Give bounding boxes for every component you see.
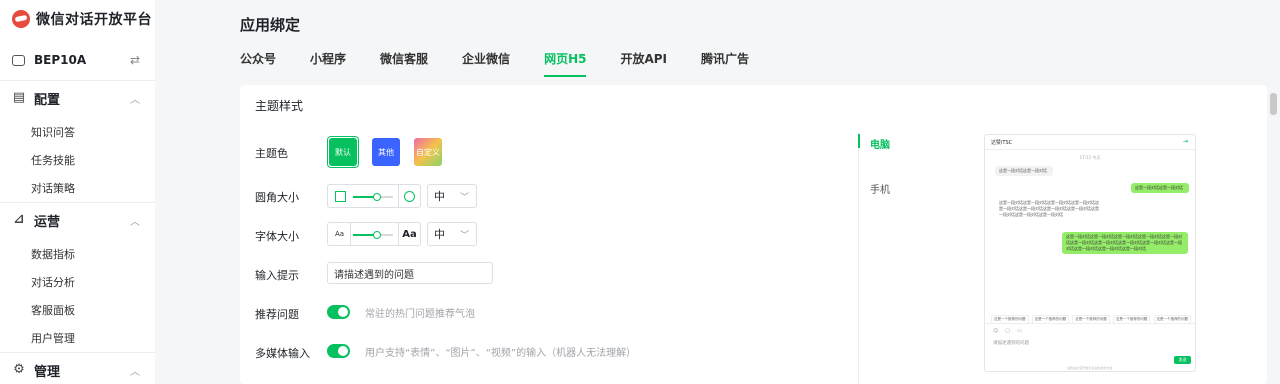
chevron-up-icon: ︿	[130, 366, 140, 378]
sidebar-divider	[0, 80, 155, 81]
scrollbar[interactable]	[1270, 93, 1277, 115]
radius-label: 圆角大小	[255, 191, 299, 204]
font-small-icon: Aa	[329, 223, 351, 245]
sidebar-group-config[interactable]: ▤ 配置 ︿	[12, 88, 144, 108]
slider-knob[interactable]	[373, 231, 381, 239]
config-icon: ▤	[12, 90, 26, 105]
bubble-left: 这是一段对话这是一段对话	[995, 166, 1053, 176]
chevron-up-icon: ︿	[130, 94, 140, 106]
device-tab-mobile[interactable]: 手机	[870, 181, 890, 196]
sidebar-group-operations[interactable]: ⊿ 运营 ︿	[12, 210, 144, 230]
emoji-icon[interactable]: ☺	[993, 328, 998, 334]
sidebar-group-label: 运营	[34, 214, 61, 230]
brand-title: 微信对话开放平台	[36, 12, 152, 28]
chevron-down-icon: ﹀	[459, 193, 469, 203]
sidebar-divider	[0, 202, 155, 203]
chevron-up-icon: ︿	[130, 216, 140, 228]
bubble-right: 这是一段对话这是一段对话	[1131, 183, 1189, 193]
font-size-label: 字体大小	[255, 230, 299, 243]
device-tab-indicator	[858, 134, 860, 148]
video-icon[interactable]: ▭	[1017, 328, 1022, 334]
sidebar-item-knowledge-qa[interactable]: 知识问答	[31, 124, 75, 140]
slider-knob[interactable]	[373, 193, 381, 201]
preview-time: 17:22 今天	[1079, 155, 1101, 160]
recommend-toggle[interactable]	[327, 305, 350, 319]
radius-slider[interactable]	[327, 184, 421, 208]
round-corner-icon	[398, 185, 420, 207]
media-input-label: 多媒体输入	[255, 347, 310, 360]
section-title: 主题样式	[255, 99, 304, 113]
brand-logo-icon	[12, 10, 30, 28]
recommend-hint: 常驻的热门问题推荐气泡	[365, 309, 475, 320]
image-icon[interactable]: ▢	[1005, 328, 1010, 334]
close-icon: ⇥	[1182, 138, 1188, 145]
sidebar-divider	[0, 352, 155, 353]
sidebar-group-admin[interactable]: ⚙ 管理 ︿	[12, 360, 144, 380]
tab-mini-program[interactable]: 小程序	[310, 50, 346, 77]
font-large-icon: Aa	[398, 223, 420, 245]
sidebar-group-label: 配置	[34, 92, 61, 108]
font-size-select[interactable]: 中 ﹀	[427, 222, 477, 246]
swatch-default[interactable]: 默认	[329, 138, 357, 166]
sidebar-item-task-skills[interactable]: 任务技能	[31, 152, 75, 168]
sidebar-group-label: 管理	[34, 364, 61, 380]
recommend-label: 推荐问题	[255, 308, 299, 321]
preview-title: 达赞iTSC	[991, 140, 1013, 146]
preview-header: 达赞iTSC ⇥	[985, 135, 1195, 150]
sidebar-item-dialog-analysis[interactable]: 对话分析	[31, 274, 75, 290]
chevron-down-icon: ﹀	[459, 231, 469, 241]
tab-official-account[interactable]: 公众号	[240, 50, 276, 77]
switch-icon[interactable]: ⇄	[130, 53, 140, 67]
theme-color-label: 主题色	[255, 147, 288, 160]
tab-tencent-ads[interactable]: 腾讯广告	[701, 50, 749, 77]
sidebar-item-service-panel[interactable]: 客服面板	[31, 302, 75, 318]
sidebar-item-dialog-strategy[interactable]: 对话策略	[31, 180, 75, 196]
channel-tabs: 公众号 小程序 微信客服 企业微信 网页H5 开放API 腾讯广告	[240, 50, 783, 77]
brand: 微信对话开放平台	[12, 8, 152, 30]
bubble-right: 这是一段对话这是一段对话这是一段对话这是一段对话这是一段对话这是一段对话这是一段…	[1062, 232, 1188, 254]
device-tab-desktop[interactable]: 电脑	[870, 136, 890, 151]
tab-wecom[interactable]: 企业微信	[462, 50, 510, 77]
input-hint-label: 输入提示	[255, 269, 299, 282]
preview-input[interactable]: 请描述遇到的问题	[993, 340, 1029, 346]
square-corner-icon	[329, 185, 351, 207]
sidebar-item-metrics[interactable]: 数据指标	[31, 246, 75, 262]
font-size-slider[interactable]: Aa Aa	[327, 222, 421, 246]
tab-open-api[interactable]: 开放API	[620, 50, 667, 77]
preview-divider	[858, 133, 859, 384]
input-hint-field[interactable]: 请描述遇到的问题	[327, 262, 493, 284]
tab-wechat-service[interactable]: 微信客服	[380, 50, 428, 77]
send-button[interactable]: 发送	[1174, 356, 1191, 364]
radius-select-value: 中	[434, 190, 445, 203]
chat-preview: 达赞iTSC ⇥ 17:22 今天 这是一段对话这是一段对话 这是一段对话这是一…	[984, 134, 1196, 372]
font-select-value: 中	[434, 228, 445, 241]
gear-icon: ⚙	[13, 362, 25, 377]
media-input-hint: 用户支持“表情”、“图片”、“视频”的输入（机器人无法理解）	[365, 348, 637, 359]
swatch-custom[interactable]: 自定义	[414, 138, 442, 166]
chart-icon: ⊿	[13, 212, 25, 227]
sidebar-item-user-management[interactable]: 用户管理	[31, 330, 75, 346]
media-input-toggle[interactable]	[327, 344, 350, 358]
bot-switcher[interactable]: BEP10A ⇄	[12, 50, 144, 70]
bot-icon	[12, 54, 25, 66]
swatch-other[interactable]: 其他	[372, 138, 400, 166]
tab-web-h5[interactable]: 网页H5	[544, 50, 587, 77]
page-title: 应用绑定	[240, 16, 301, 34]
bubble-left: 这是一段对话这是一段对话这是一段对话这是一段对话这是一段对话这是一段对话这是一段…	[999, 200, 1099, 217]
bot-name: BEP10A	[34, 53, 87, 67]
preview-toolbar: ☺ ▢ ▭	[993, 328, 1029, 334]
preview-footer: 服务由对话开放平台提供技术支持	[1067, 366, 1113, 370]
radius-select[interactable]: 中 ﹀	[427, 184, 477, 208]
